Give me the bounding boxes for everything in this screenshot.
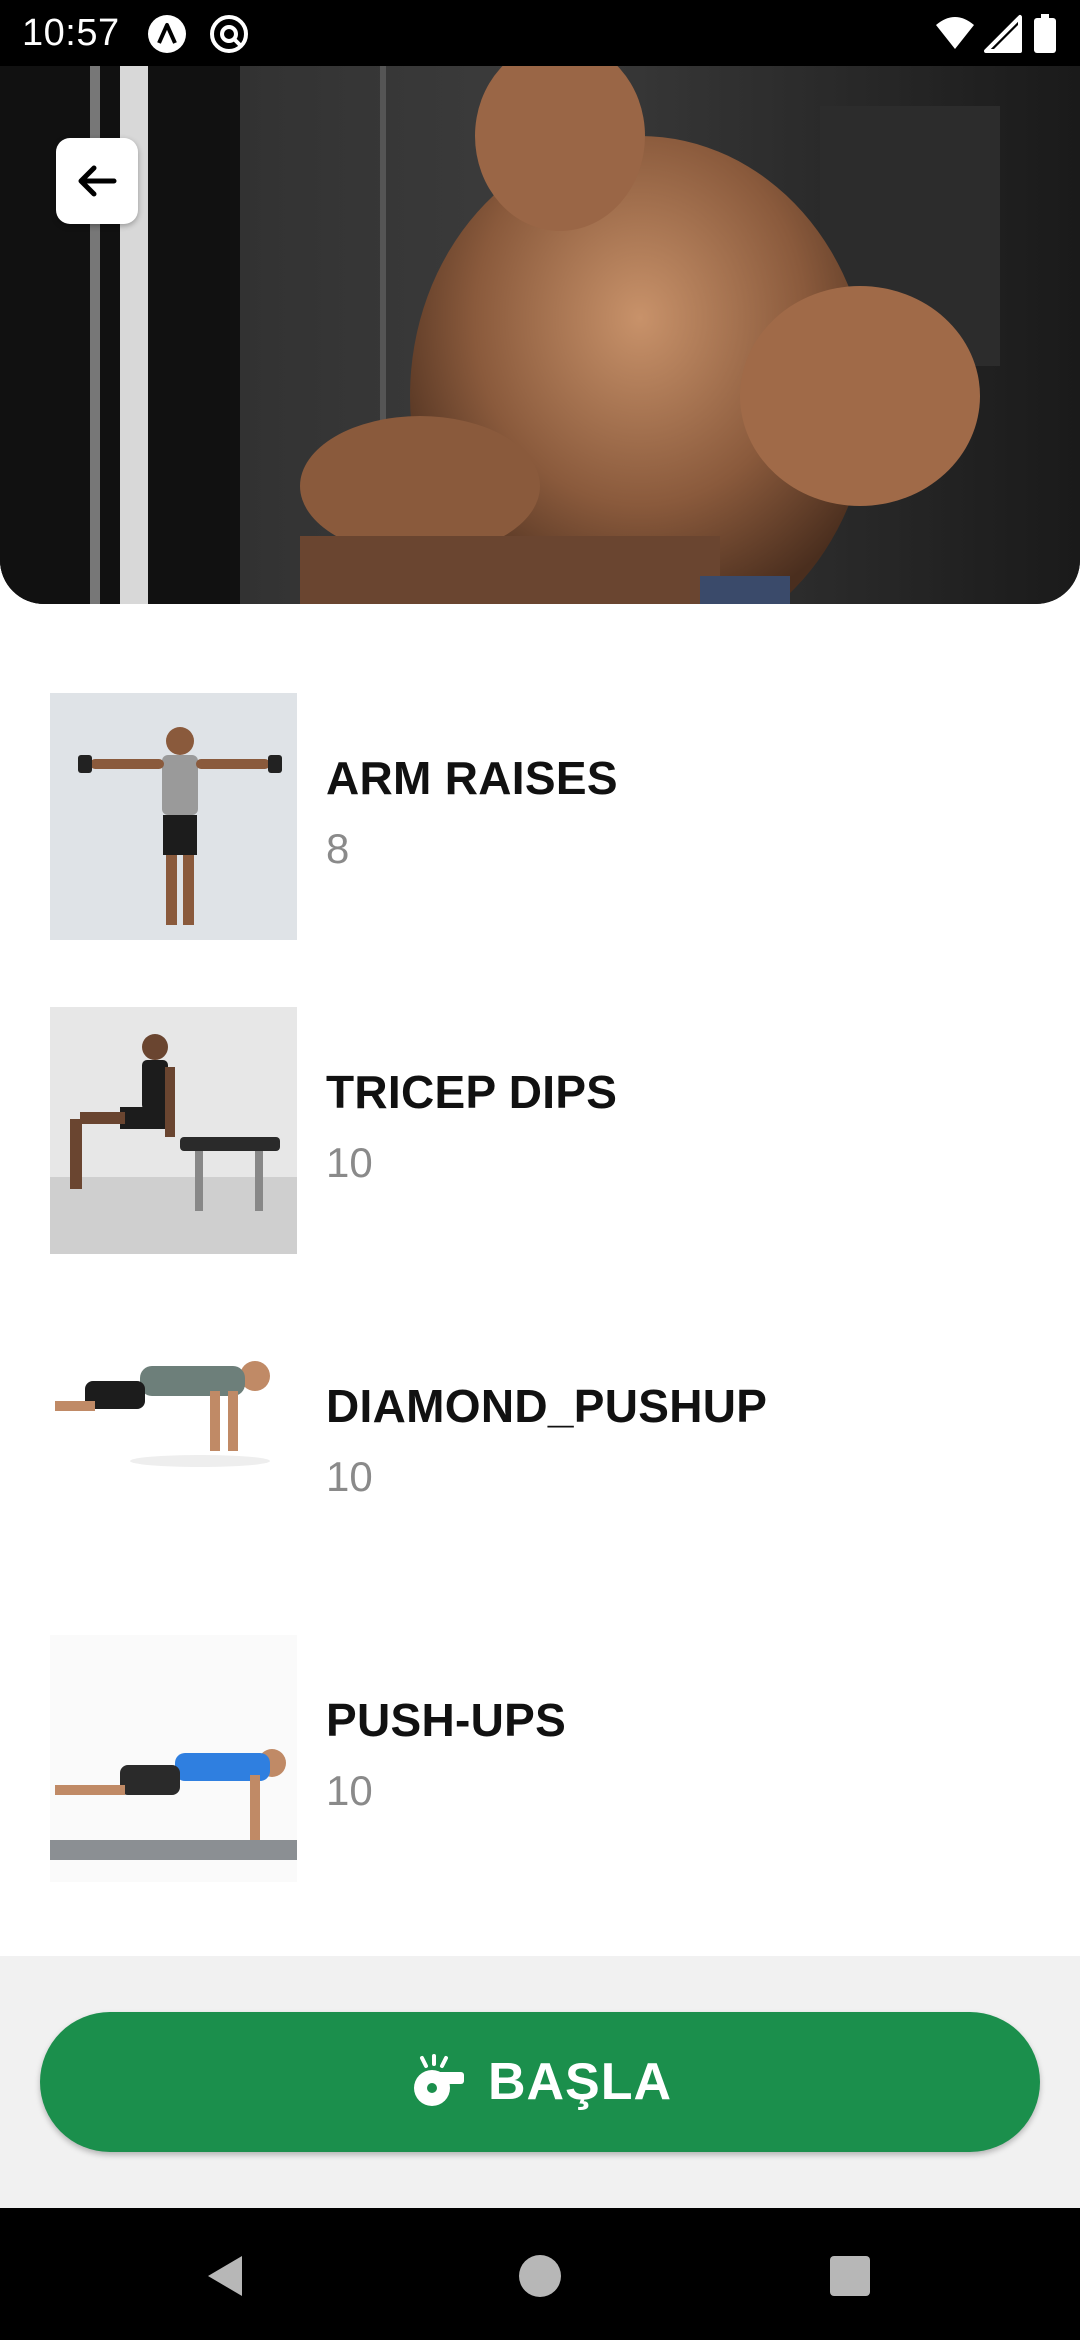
back-button[interactable] [56, 138, 138, 224]
exercise-item[interactable]: DIAMOND_PUSHUP 10 [50, 1321, 1030, 1569]
tricep-dips-image [50, 1007, 297, 1254]
status-bar: 10:57 [0, 0, 1080, 66]
arrow-left-icon [78, 165, 117, 197]
exercise-thumbnail [50, 1007, 297, 1254]
exercise-reps: 8 [326, 825, 350, 872]
whistle-icon [408, 2052, 468, 2112]
start-button[interactable]: BAŞLA [40, 2012, 1040, 2152]
exercise-reps: 10 [326, 1139, 373, 1186]
a-circle-icon [146, 13, 188, 55]
exercise-item[interactable]: PUSH-UPS 10 [50, 1635, 1030, 1883]
arm-raises-image [50, 693, 297, 940]
exercise-thumbnail [50, 1321, 297, 1568]
signal-icon [982, 13, 1024, 55]
exercise-name: DIAMOND_PUSHUP [326, 1380, 768, 1432]
exercise-thumbnail [50, 1635, 297, 1882]
at-circle-icon [208, 13, 250, 55]
hero-image [0, 66, 1080, 604]
exercise-reps: 10 [326, 1767, 373, 1814]
back-triangle-icon[interactable] [198, 2248, 254, 2304]
navigation-bar [0, 2208, 1080, 2340]
exercise-reps: 10 [326, 1453, 373, 1500]
exercise-name: ARM RAISES [326, 752, 618, 804]
exercise-thumbnail [50, 693, 297, 940]
status-time: 10:57 [22, 12, 120, 54]
diamond-pushup-image [50, 1321, 297, 1568]
battery-icon [1030, 13, 1060, 55]
wifi-icon [934, 13, 976, 55]
home-circle-icon[interactable] [512, 2248, 568, 2304]
hero-art [0, 66, 1080, 604]
start-button-label: BAŞLA [487, 2053, 673, 2111]
exercise-name: PUSH-UPS [326, 1694, 567, 1746]
exercise-item[interactable]: TRICEP DIPS 10 [50, 1007, 1030, 1255]
exercise-name: TRICEP DIPS [326, 1066, 618, 1118]
recents-square-icon[interactable] [822, 2248, 878, 2304]
push-ups-image [50, 1635, 297, 1882]
bottom-panel: BAŞLA [0, 1956, 1080, 2208]
exercise-item[interactable]: ARM RAISES 8 [50, 693, 1030, 941]
